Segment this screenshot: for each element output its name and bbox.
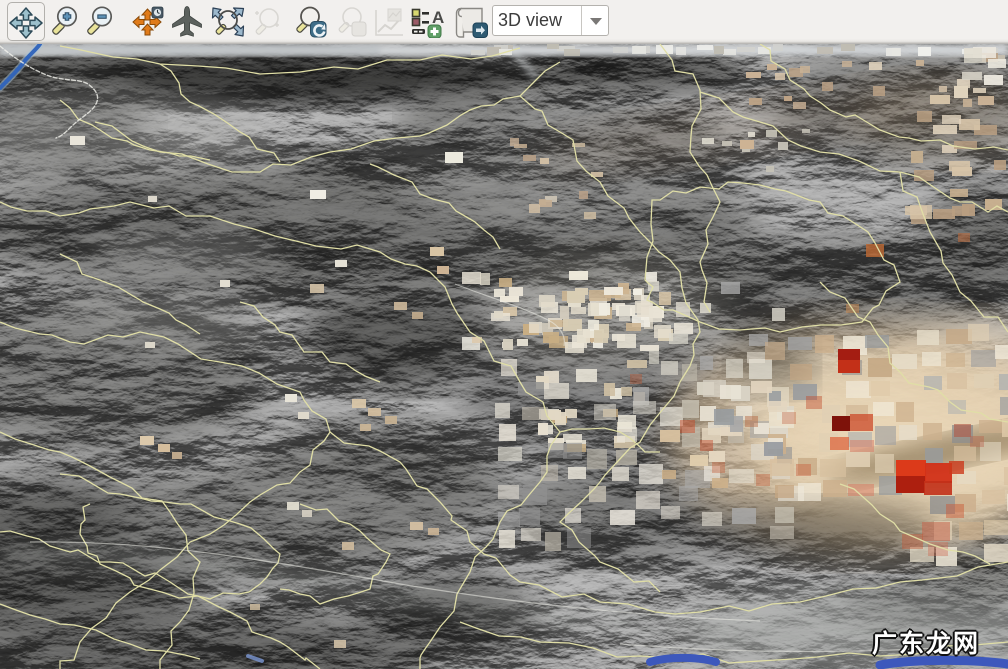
- svg-text:A: A: [432, 8, 444, 27]
